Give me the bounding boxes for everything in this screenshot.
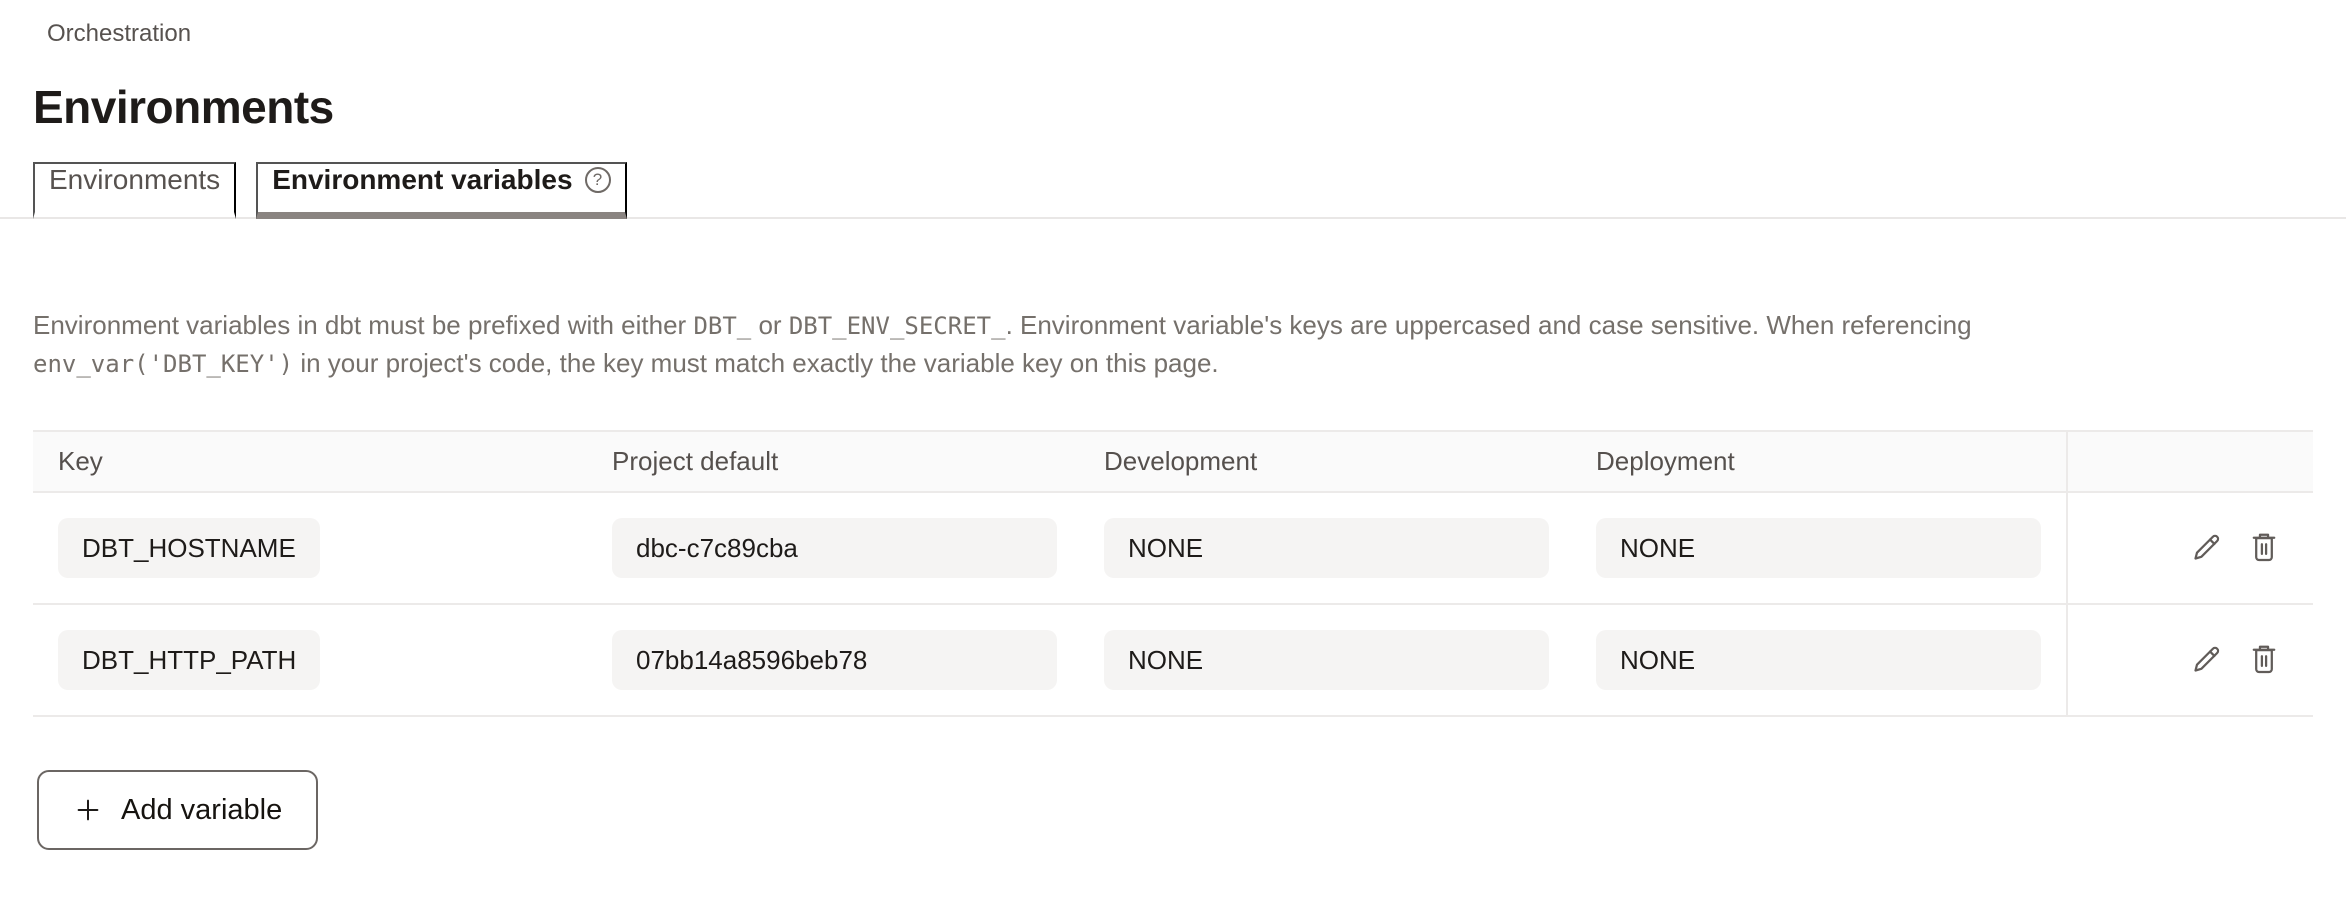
delete-variable-button[interactable]	[2245, 529, 2283, 567]
key-cell: DBT_HOSTNAME	[33, 518, 612, 578]
page-title: Environments	[33, 82, 2346, 132]
environment-variables-table: Key Project default Development Deployme…	[33, 430, 2313, 717]
trash-icon	[2246, 530, 2282, 566]
variable-key-value: DBT_HOSTNAME	[58, 518, 320, 578]
code-env-var-example: env_var('DBT_KEY')	[33, 350, 293, 378]
description-text: Environment variables in dbt must be pre…	[33, 310, 693, 340]
add-variable-button[interactable]: Add variable	[37, 770, 318, 850]
breadcrumb: Orchestration	[0, 0, 2346, 48]
table-header-row: Key Project default Development Deployme…	[33, 432, 2313, 493]
plus-icon	[73, 795, 103, 825]
deployment-value: NONE	[1596, 630, 2041, 690]
table-row: DBT_HOSTNAME dbc-c7c89cba NONE NONE	[33, 493, 2313, 605]
development-cell: NONE	[1104, 630, 1596, 690]
project-default-value: dbc-c7c89cba	[612, 518, 1057, 578]
description-text: or	[751, 310, 789, 340]
description-text: in your project's code, the key must mat…	[293, 348, 1219, 378]
deployment-cell: NONE	[1596, 518, 2066, 578]
trash-icon	[2246, 642, 2282, 678]
variable-key-value: DBT_HTTP_PATH	[58, 630, 320, 690]
tab-environments[interactable]: Environments	[33, 162, 236, 219]
edit-variable-button[interactable]	[2187, 641, 2225, 679]
column-header-development: Development	[1104, 446, 1596, 477]
project-default-cell: dbc-c7c89cba	[612, 518, 1104, 578]
column-header-key: Key	[33, 446, 612, 477]
development-cell: NONE	[1104, 518, 1596, 578]
row-actions	[2066, 605, 2313, 715]
column-header-project-default: Project default	[612, 446, 1104, 477]
code-dbt-env-secret-prefix: DBT_ENV_SECRET_	[789, 312, 1006, 340]
row-actions	[2066, 493, 2313, 603]
edit-variable-button[interactable]	[2187, 529, 2225, 567]
deployment-value: NONE	[1596, 518, 2041, 578]
add-variable-label: Add variable	[121, 794, 282, 827]
pencil-icon	[2188, 642, 2224, 678]
project-default-cell: 07bb14a8596beb78	[612, 630, 1104, 690]
code-dbt-prefix: DBT_	[693, 312, 751, 340]
tab-environment-variables-label: Environment variables	[272, 164, 572, 196]
delete-variable-button[interactable]	[2245, 641, 2283, 679]
project-default-value: 07bb14a8596beb78	[612, 630, 1057, 690]
description-text: . Environment variable's keys are upperc…	[1006, 310, 1972, 340]
tab-environments-label: Environments	[49, 164, 220, 196]
pencil-icon	[2188, 530, 2224, 566]
development-value: NONE	[1104, 630, 1549, 690]
tab-bar: Environments Environment variables ?	[0, 162, 2346, 219]
tab-environment-variables[interactable]: Environment variables ?	[256, 162, 626, 219]
column-header-deployment: Deployment	[1596, 446, 2066, 477]
development-value: NONE	[1104, 518, 1549, 578]
table-row: DBT_HTTP_PATH 07bb14a8596beb78 NONE NONE	[33, 605, 2313, 717]
key-cell: DBT_HTTP_PATH	[33, 630, 612, 690]
env-vars-description: Environment variables in dbt must be pre…	[33, 307, 2153, 383]
help-icon[interactable]: ?	[585, 167, 611, 193]
deployment-cell: NONE	[1596, 630, 2066, 690]
column-header-actions	[2066, 432, 2313, 491]
